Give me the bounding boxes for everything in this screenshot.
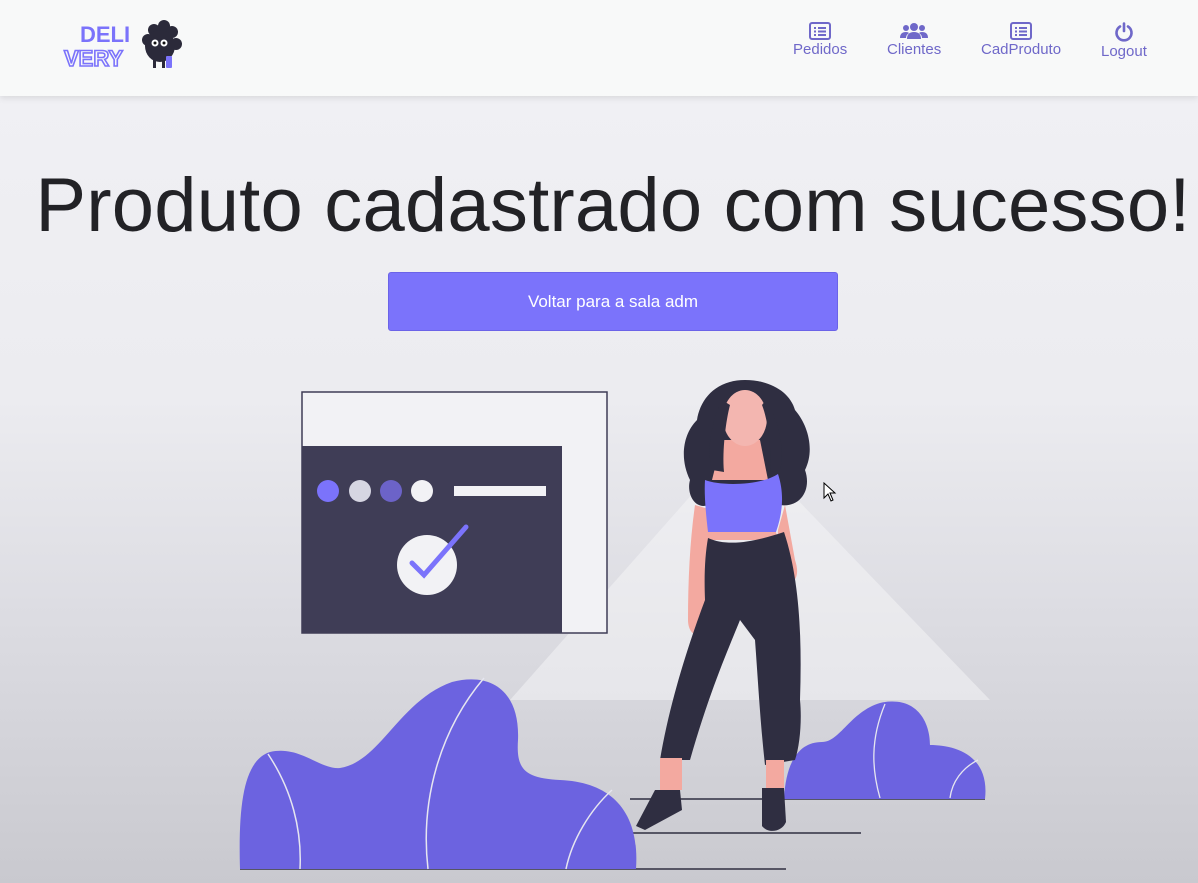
- logo-graphic: DELI VERY: [63, 20, 182, 72]
- mouse-cursor-icon: [823, 482, 837, 502]
- nav-clientes-label: Clientes: [887, 41, 942, 58]
- power-icon: [1115, 22, 1133, 42]
- logo-text-deli: DELI: [80, 22, 130, 47]
- sheep-mascot-icon: [142, 20, 182, 68]
- nav-clientes[interactable]: Clientes: [887, 22, 941, 58]
- logo[interactable]: DELI VERY: [60, 16, 184, 74]
- back-to-admin-button[interactable]: Voltar para a sala adm: [388, 272, 838, 331]
- nav-cadproduto[interactable]: CadProduto: [981, 22, 1061, 58]
- list-icon: [809, 22, 832, 40]
- list-icon: [1010, 22, 1033, 40]
- dot-1: [317, 480, 339, 502]
- dot-3: [380, 480, 402, 502]
- nav-pedidos[interactable]: Pedidos: [793, 22, 847, 58]
- dot-2: [349, 480, 371, 502]
- nav-pedidos-label: Pedidos: [793, 41, 848, 58]
- nav-logout-label: Logout: [1101, 43, 1147, 60]
- page-title: Produto cadastrado com sucesso!: [35, 163, 1191, 248]
- dot-4: [411, 480, 433, 502]
- nav-logout[interactable]: Logout: [1101, 22, 1147, 60]
- success-illustration: [239, 380, 990, 870]
- users-icon: [900, 23, 929, 39]
- bush-right: [784, 701, 986, 799]
- panel-bar: [454, 486, 546, 496]
- navbar: DELI VERY Pedidos Clientes CadProduto Lo…: [0, 0, 1198, 96]
- nav-cadproduto-label: CadProduto: [981, 41, 1062, 58]
- logo-text-very: VERY: [64, 46, 123, 71]
